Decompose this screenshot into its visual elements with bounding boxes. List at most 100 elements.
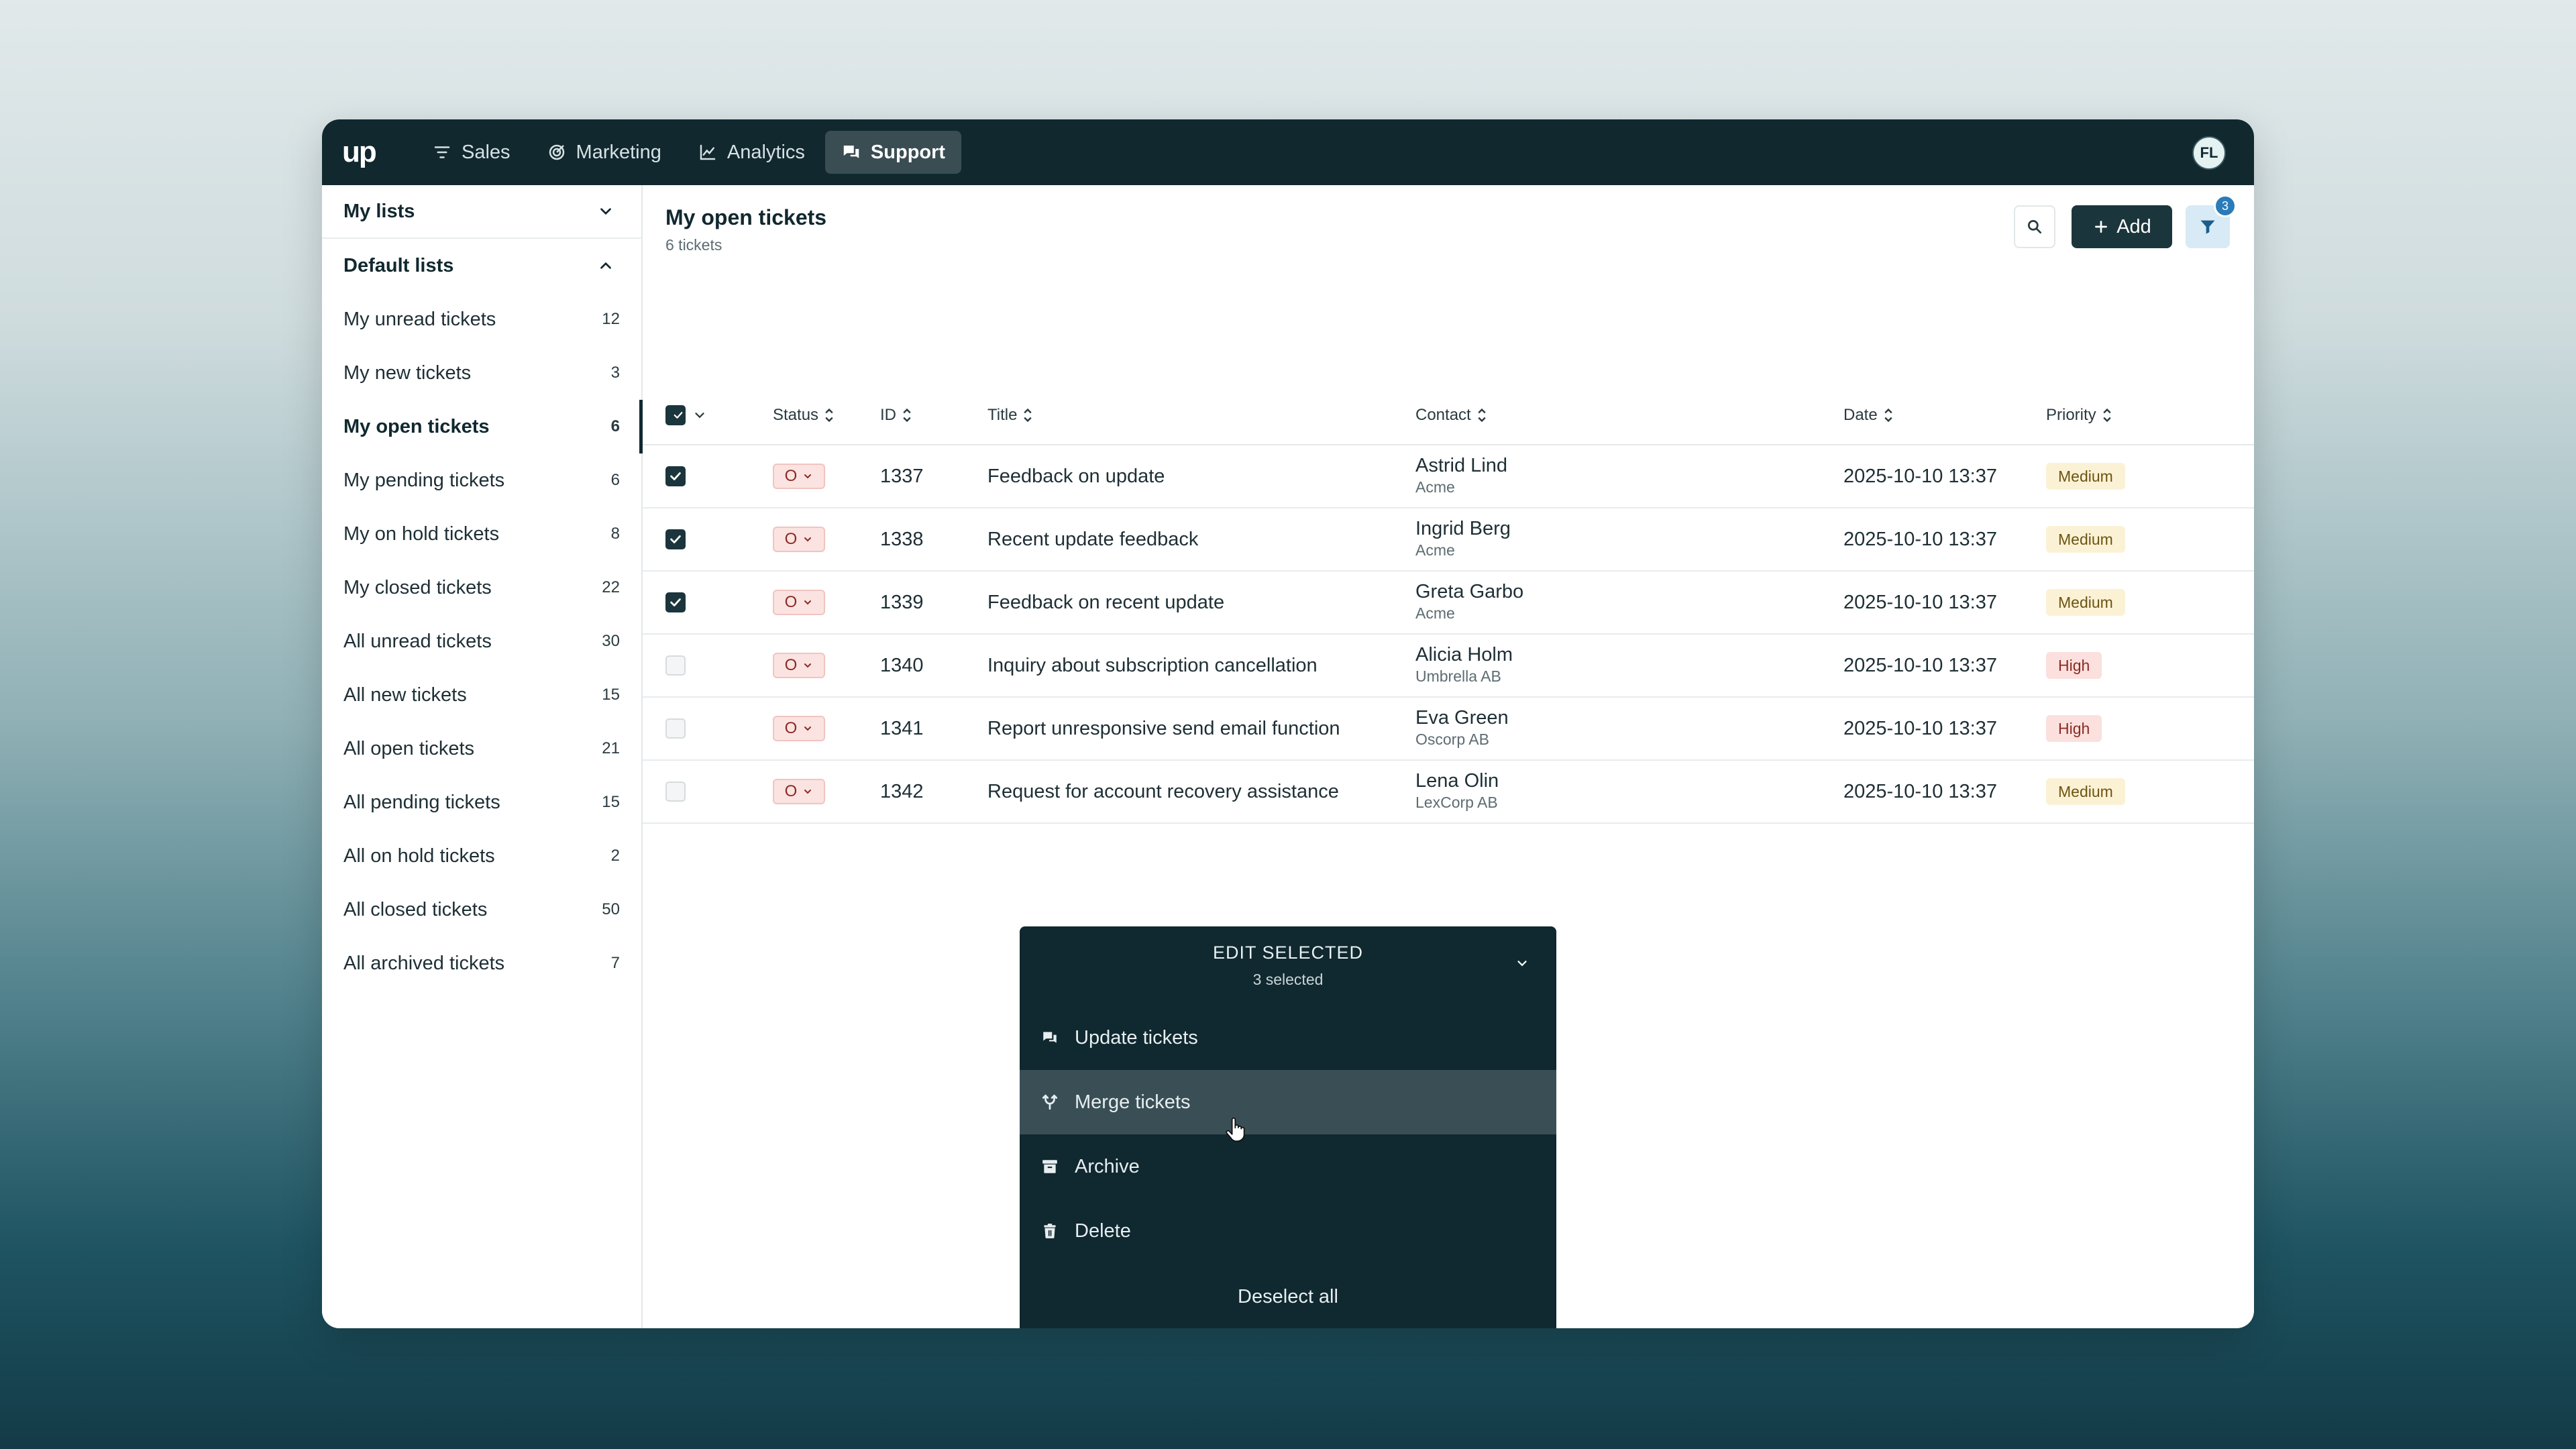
nav-item-support[interactable]: Support (824, 131, 962, 174)
column-label: ID (880, 406, 896, 424)
ticket-table-body: O 1337 Feedback on update Astrid Lind Acm… (643, 444, 2254, 824)
column-header-status[interactable]: Status (773, 386, 835, 444)
status-dropdown[interactable]: O (773, 590, 825, 615)
sidebar-item-label: All archived tickets (343, 952, 505, 974)
row-checkbox[interactable] (665, 718, 686, 739)
ticket-id: 1339 (880, 591, 924, 613)
user-avatar[interactable]: FL (2192, 136, 2226, 170)
sidebar-item-all-pending[interactable]: All pending tickets 15 (322, 775, 641, 829)
contact-company: Umbrella AB (1415, 667, 1501, 685)
sidebar-item-count: 50 (602, 900, 620, 918)
row-checkbox[interactable] (665, 529, 686, 549)
sidebar-item-my-new[interactable]: My new tickets 3 (322, 346, 641, 400)
table-row[interactable]: O 1340 Inquiry about subscription cancel… (643, 635, 2254, 698)
chart-line-icon (700, 144, 716, 160)
ticket-id: 1341 (880, 717, 924, 739)
chevron-down-icon[interactable] (1515, 956, 1529, 971)
sort-icon (1024, 408, 1032, 423)
sidebar-item-label: My pending tickets (343, 469, 505, 491)
contact-name[interactable]: Greta Garbo (1415, 581, 1523, 603)
ticket-title[interactable]: Feedback on update (987, 445, 1165, 507)
nav-item-analytics[interactable]: Analytics (682, 131, 821, 174)
status-label: O (784, 782, 798, 800)
status-dropdown[interactable]: O (773, 779, 825, 804)
contact-name[interactable]: Astrid Lind (1415, 455, 1507, 477)
column-header-title[interactable]: Title (987, 386, 1033, 444)
app-logo[interactable]: up (342, 138, 396, 167)
delete-button[interactable]: Delete (1020, 1199, 1556, 1263)
filter-button[interactable]: 3 (2186, 195, 2237, 248)
edit-selected-header[interactable]: EDIT SELECTED 3 selected (1020, 926, 1556, 1000)
row-checkbox[interactable] (665, 592, 686, 612)
ticket-title[interactable]: Request for account recovery assistance (987, 761, 1339, 822)
archive-button[interactable]: Archive (1020, 1134, 1556, 1199)
status-dropdown[interactable]: O (773, 464, 825, 489)
table-row[interactable]: O 1342 Request for account recovery assi… (643, 761, 2254, 824)
default-lists-toggle[interactable]: Default lists (322, 239, 641, 292)
sidebar-item-label: My new tickets (343, 362, 472, 384)
row-checkbox[interactable] (665, 782, 686, 802)
contact-name[interactable]: Eva Green (1415, 707, 1509, 729)
edit-selected-title: EDIT SELECTED (1212, 943, 1364, 963)
column-header-date[interactable]: Date (1843, 386, 1894, 444)
status-dropdown[interactable]: O (773, 653, 825, 678)
sidebar-item-all-unread[interactable]: All unread tickets 30 (322, 614, 641, 668)
chat-bubbles-icon (1043, 1032, 1057, 1043)
sidebar-item-all-closed[interactable]: All closed tickets 50 (322, 883, 641, 936)
search-button[interactable] (2014, 205, 2055, 248)
status-dropdown[interactable]: O (773, 527, 825, 552)
contact-company: Acme (1415, 541, 1455, 559)
column-label: Title (987, 406, 1018, 424)
sidebar-item-count: 12 (602, 310, 620, 328)
chevron-down-icon[interactable] (692, 408, 707, 423)
contact-name[interactable]: Alicia Holm (1415, 644, 1513, 666)
nav-item-marketing[interactable]: Marketing (531, 131, 678, 174)
table-row[interactable]: O 1339 Feedback on recent update Greta G… (643, 572, 2254, 635)
ticket-title[interactable]: Recent update feedback (987, 508, 1198, 570)
sidebar-item-label: My on hold tickets (343, 523, 500, 545)
sidebar-item-all-archived[interactable]: All archived tickets 7 (322, 936, 641, 990)
contact-company: Acme (1415, 478, 1455, 496)
nav-item-sales[interactable]: Sales (416, 131, 527, 174)
sidebar-item-my-closed[interactable]: My closed tickets 22 (322, 561, 641, 614)
priority-badge: Medium (2046, 526, 2125, 553)
sidebar-item-my-on-hold[interactable]: My on hold tickets 8 (322, 507, 641, 561)
merge-tickets-button[interactable]: Merge tickets (1020, 1070, 1556, 1134)
sort-icon (1884, 408, 1892, 423)
menu-item-label: Update tickets (1075, 1026, 1198, 1049)
table-row[interactable]: O 1338 Recent update feedback Ingrid Ber… (643, 508, 2254, 572)
column-header-contact[interactable]: Contact (1415, 386, 1487, 444)
contact-name[interactable]: Lena Olin (1415, 770, 1499, 792)
ticket-title[interactable]: Inquiry about subscription cancellation (987, 635, 1318, 696)
sidebar-item-all-new[interactable]: All new tickets 15 (322, 668, 641, 722)
ticket-title[interactable]: Feedback on recent update (987, 572, 1224, 633)
deselect-all-button[interactable]: Deselect all (1020, 1286, 1556, 1324)
row-checkbox[interactable] (665, 466, 686, 486)
sidebar-item-all-open[interactable]: All open tickets 21 (322, 722, 641, 775)
status-dropdown[interactable]: O (773, 716, 825, 741)
row-checkbox[interactable] (665, 655, 686, 676)
contact-name[interactable]: Ingrid Berg (1415, 518, 1511, 540)
my-lists-toggle[interactable]: My lists (322, 185, 641, 239)
sidebar-item-my-unread[interactable]: My unread tickets 12 (322, 292, 641, 346)
contact-company: LexCorp AB (1415, 793, 1498, 811)
table-row[interactable]: O 1337 Feedback on update Astrid Lind Acm… (643, 445, 2254, 508)
table-row[interactable]: O 1341 Report unresponsive send email fu… (643, 698, 2254, 761)
update-tickets-button[interactable]: Update tickets (1020, 1006, 1556, 1070)
chevron-down-icon (804, 474, 812, 479)
sidebar-item-count: 2 (610, 847, 620, 865)
ticket-date: 2025-10-10 13:37 (1843, 528, 1997, 550)
sidebar-item-my-pending[interactable]: My pending tickets 6 (322, 453, 641, 507)
select-all-control[interactable] (665, 386, 707, 444)
chat-bubbles-icon (843, 146, 859, 158)
select-all-checkbox[interactable] (665, 405, 686, 425)
sidebar-item-count: 21 (602, 739, 620, 757)
add-button[interactable]: Add (2072, 205, 2172, 248)
ticket-title[interactable]: Report unresponsive send email function (987, 698, 1340, 759)
sidebar-item-my-open[interactable]: My open tickets 6 (322, 400, 643, 453)
column-header-priority[interactable]: Priority (2046, 386, 2112, 444)
column-header-id[interactable]: ID (880, 386, 912, 444)
sidebar-item-all-on-hold[interactable]: All on hold tickets 2 (322, 829, 641, 883)
ticket-id: 1337 (880, 465, 924, 487)
plus-icon (2095, 221, 2108, 233)
